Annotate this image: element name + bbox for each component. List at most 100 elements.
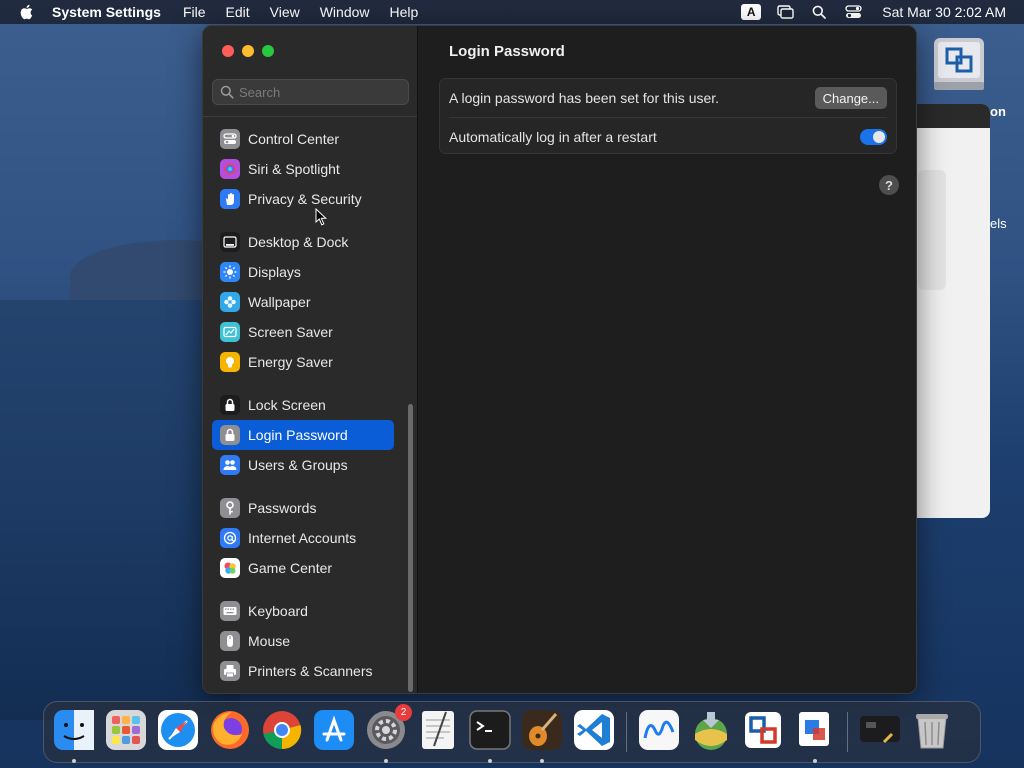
mouse-icon [220, 631, 240, 651]
close-window-button[interactable] [222, 45, 234, 57]
dock-item-textedit[interactable] [416, 710, 460, 754]
sidebar-scrollbar[interactable] [408, 404, 413, 692]
sidebar: Control Center Siri & Spotlight Privacy & … [203, 26, 418, 693]
dock-separator [626, 712, 627, 752]
dock: 2 [43, 701, 981, 763]
apple-menu-icon[interactable] [0, 3, 52, 21]
sidebar-item-label: Passwords [248, 500, 317, 516]
sidebar-item-label: Internet Accounts [248, 530, 357, 546]
dock-item-freeform[interactable] [637, 708, 681, 757]
sidebar-item-passwords[interactable]: Passwords [212, 493, 394, 523]
sidebar-item-keyboard[interactable]: Keyboard [212, 596, 394, 626]
dock-item-migration[interactable] [741, 710, 785, 754]
background-window-text-top: on [990, 104, 1006, 119]
mouse-pointer-icon [315, 208, 327, 226]
menu-bar: System Settings File Edit View Window He… [0, 0, 1024, 24]
sidebar-item-label: Printers & Scanners [248, 663, 373, 679]
dock-item-network-utility[interactable] [793, 708, 837, 763]
dock-icon [220, 232, 240, 252]
menu-edit[interactable]: Edit [226, 4, 250, 20]
spotlight-search-icon[interactable] [802, 0, 836, 24]
screen-mirroring-icon[interactable] [768, 0, 802, 24]
dock-item-vs-code[interactable] [572, 708, 616, 757]
sidebar-item-internet-accounts[interactable]: Internet Accounts [212, 523, 394, 553]
dock-item-safari[interactable] [156, 708, 200, 757]
dock-item-launchpad[interactable] [104, 708, 148, 757]
window-controls [222, 45, 274, 57]
dock-item-macos-installer[interactable] [689, 710, 733, 754]
dock-item-firefox[interactable] [208, 710, 252, 754]
control-center-icon [220, 129, 240, 149]
menu-app-name[interactable]: System Settings [52, 4, 161, 20]
password-row: A login password has been set for this u… [449, 79, 887, 117]
network-icon [793, 708, 837, 757]
sidebar-item-label: Control Center [248, 131, 340, 147]
migration-assistant-desktop-icon[interactable] [930, 36, 988, 94]
sidebar-item-lock-screen[interactable]: Lock Screen [212, 390, 394, 420]
sidebar-list: Control Center Siri & Spotlight Privacy & … [212, 124, 394, 686]
minimize-window-button[interactable] [242, 45, 254, 57]
sidebar-item-mouse[interactable]: Mouse [212, 626, 394, 656]
sidebar-item-label: Siri & Spotlight [248, 161, 340, 177]
freeform-icon [637, 708, 681, 757]
sidebar-item-label: Game Center [248, 560, 333, 576]
vscode-icon [572, 708, 616, 757]
dock-item-trash[interactable] [910, 710, 954, 754]
search-field[interactable] [212, 79, 409, 105]
search-input[interactable] [239, 84, 408, 100]
sidebar-item-wallpaper[interactable]: Wallpaper [212, 287, 394, 317]
sidebar-item-label: Energy Saver [248, 354, 333, 370]
background-window-titlebar [912, 104, 990, 128]
dock-item-app-store[interactable] [312, 709, 356, 754]
sidebar-item-label: Users & Groups [248, 457, 348, 473]
dock-item-chrome[interactable] [260, 710, 304, 754]
dock-item-finder[interactable] [52, 709, 96, 763]
key-icon [220, 498, 240, 518]
sidebar-item-desktop-and-dock[interactable]: Desktop & Dock [212, 227, 394, 257]
dock-item-system-settings[interactable]: 2 [364, 704, 412, 763]
menu-window[interactable]: Window [320, 4, 370, 20]
login-password-settings-group: A login password has been set for this u… [439, 78, 897, 154]
users-icon [220, 455, 240, 475]
menu-view[interactable]: View [270, 4, 300, 20]
sidebar-item-label: Privacy & Security [248, 191, 362, 207]
sidebar-item-energy-saver[interactable]: Energy Saver [212, 347, 394, 377]
autologin-toggle[interactable] [860, 129, 887, 145]
running-indicator [813, 759, 817, 763]
sidebar-item-users-and-groups[interactable]: Users & Groups [212, 450, 394, 480]
sidebar-item-game-center[interactable]: Game Center [212, 553, 394, 583]
background-window[interactable] [912, 104, 990, 518]
at-icon [220, 528, 240, 548]
sidebar-item-label: Screen Saver [248, 324, 333, 340]
sidebar-item-screen-saver[interactable]: Screen Saver [212, 317, 394, 347]
sidebar-item-siri-and-spotlight[interactable]: Siri & Spotlight [212, 154, 394, 184]
sidebar-item-label: Wallpaper [248, 294, 311, 310]
control-center-icon[interactable] [836, 0, 870, 24]
menu-clock[interactable]: Sat Mar 30 2:02 AM [870, 4, 1024, 20]
zoom-window-button[interactable] [262, 45, 274, 57]
menu-file[interactable]: File [183, 4, 206, 20]
input-source-menu[interactable]: A [734, 0, 768, 24]
dock-item-screenshot[interactable] [858, 710, 902, 754]
printer-icon [220, 661, 240, 681]
game-center-icon [220, 558, 240, 578]
dock-item-terminal[interactable] [468, 708, 512, 763]
lock-icon [220, 395, 240, 415]
sidebar-item-control-center[interactable]: Control Center [212, 124, 394, 154]
sidebar-item-privacy-and-security[interactable]: Privacy & Security [212, 184, 394, 214]
sidebar-item-displays[interactable]: Displays [212, 257, 394, 287]
launchpad-icon [104, 708, 148, 757]
hand-icon [220, 189, 240, 209]
safari-icon [156, 708, 200, 757]
chrome-icon [260, 708, 304, 757]
dock-item-garageband[interactable] [520, 709, 564, 763]
dock-separator [847, 712, 848, 752]
change-password-button[interactable]: Change... [814, 87, 887, 109]
terminal-icon [468, 708, 512, 757]
running-indicator [488, 759, 492, 763]
sidebar-item-printers-and-scanners[interactable]: Printers & Scanners [212, 656, 394, 686]
menu-help[interactable]: Help [390, 4, 419, 20]
help-button[interactable]: ? [879, 175, 899, 195]
sidebar-item-login-password[interactable]: Login Password [212, 420, 394, 450]
